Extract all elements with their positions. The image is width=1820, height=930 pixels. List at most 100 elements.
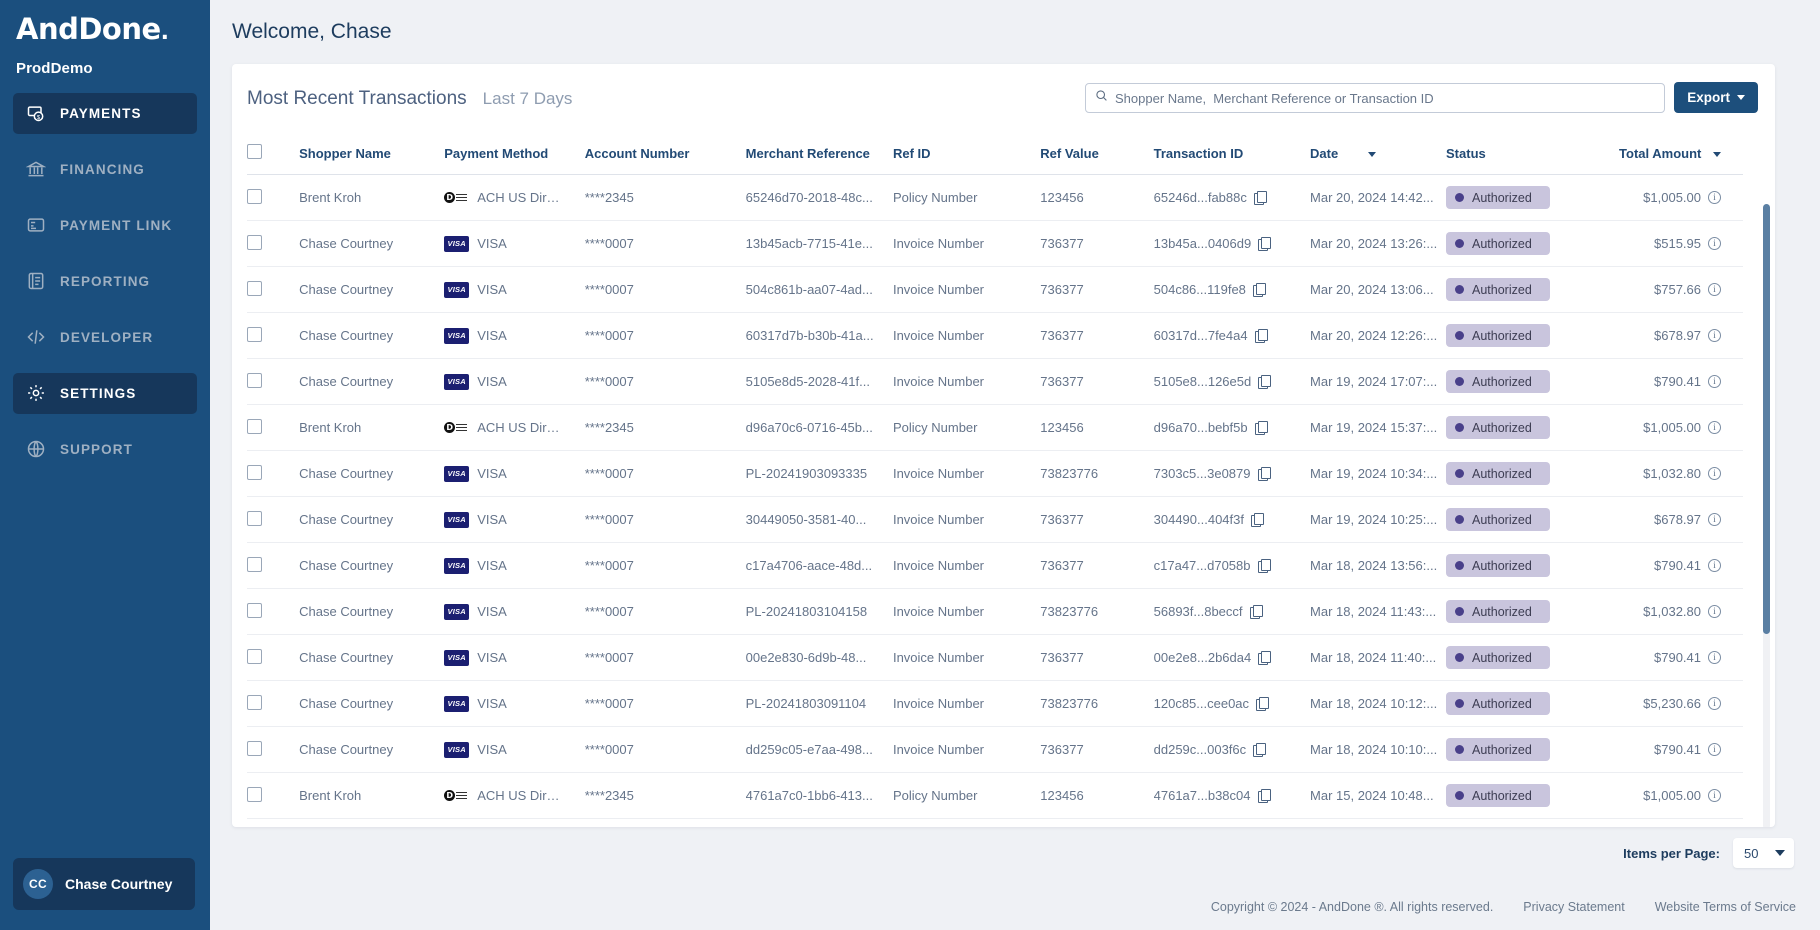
user-profile-chip[interactable]: CC Chase Courtney — [13, 858, 195, 910]
copy-icon[interactable] — [1258, 237, 1272, 251]
col-header-merchant-reference[interactable]: Merchant Reference — [745, 134, 893, 175]
col-header-shopper-name[interactable]: Shopper Name — [299, 134, 445, 175]
col-header-status[interactable]: Status — [1446, 134, 1607, 175]
chevron-down-icon — [1775, 850, 1785, 856]
cell-payment-method: VISA VISA — [444, 726, 585, 773]
export-button[interactable]: Export — [1674, 82, 1758, 113]
copy-icon[interactable] — [1253, 191, 1267, 205]
info-icon[interactable]: i — [1708, 191, 1721, 204]
col-header-ref-id[interactable]: Ref ID — [892, 134, 1041, 175]
row-checkbox[interactable] — [247, 372, 262, 388]
cell-merchant-reference: 5105e8d5-2028-41f... — [745, 358, 893, 405]
info-icon[interactable]: i — [1708, 605, 1721, 618]
sort-desc-icon[interactable] — [1367, 151, 1376, 157]
row-select-cell — [247, 220, 300, 267]
col-header-ref-value[interactable]: Ref Value — [1040, 134, 1154, 175]
copy-icon[interactable] — [1250, 513, 1264, 527]
copy-icon[interactable] — [1249, 605, 1263, 619]
copy-icon[interactable] — [1252, 283, 1266, 297]
copy-icon[interactable] — [1257, 789, 1271, 803]
info-icon[interactable]: i — [1708, 697, 1721, 710]
copy-icon[interactable] — [1253, 743, 1267, 757]
col-header-total-amount[interactable]: Total Amount — [1606, 134, 1743, 175]
info-icon[interactable]: i — [1708, 237, 1721, 250]
row-checkbox[interactable] — [247, 602, 262, 618]
table-row[interactable]: Chase Courtney VISA VISA ****0007 00e2e830-6… — [247, 634, 1743, 681]
info-icon[interactable]: i — [1708, 513, 1721, 526]
col-header-date[interactable]: Date — [1310, 134, 1447, 175]
row-checkbox[interactable] — [247, 510, 262, 526]
terms-of-service-link[interactable]: Website Terms of Service — [1655, 900, 1796, 914]
row-checkbox[interactable] — [247, 280, 262, 296]
info-icon[interactable]: i — [1708, 743, 1721, 756]
cell-total-amount: $790.41 i — [1606, 358, 1743, 405]
table-row[interactable]: Chase Courtney VISA VISA ****0007 c17a4706-a… — [247, 542, 1743, 589]
row-checkbox[interactable] — [247, 740, 262, 756]
table-row[interactable]: Brent Kroh D ACH US Direc... ****2345 d96a70… — [247, 404, 1743, 451]
sidebar-item-settings[interactable]: SETTINGS — [13, 372, 197, 414]
search-box[interactable] — [1085, 83, 1665, 113]
col-header-account-number[interactable]: Account Number — [584, 134, 746, 175]
copy-icon[interactable] — [1258, 375, 1272, 389]
items-per-page-select[interactable]: 50 — [1733, 838, 1794, 868]
sidebar-item-label: PAYMENTS — [60, 105, 142, 121]
sidebar-item-payment-link[interactable]: PAYMENT LINK — [13, 205, 197, 246]
sort-desc-icon[interactable] — [1713, 151, 1721, 157]
col-header-payment-method[interactable]: Payment Method — [444, 134, 585, 175]
copy-icon[interactable] — [1256, 697, 1270, 711]
cell-status: Authorized — [1446, 542, 1607, 589]
row-checkbox[interactable] — [247, 418, 262, 434]
table-row[interactable]: Chase Courtney VISA VISA ****0007 30449050-3… — [247, 496, 1743, 543]
table-row[interactable]: Brent Kroh D ACH US Direc... ****2345 4761a7… — [247, 772, 1743, 819]
info-icon[interactable]: i — [1708, 375, 1721, 388]
total-amount-text: $5,230.66 — [1643, 696, 1701, 711]
copy-icon[interactable] — [1258, 651, 1272, 665]
table-row[interactable]: Chase Courtney VISA VISA ****0007 PL-2024190… — [247, 450, 1743, 497]
privacy-statement-link[interactable]: Privacy Statement — [1523, 900, 1624, 914]
info-icon[interactable]: i — [1708, 421, 1721, 434]
row-checkbox[interactable] — [247, 786, 262, 802]
table-row[interactable]: Chase Courtney VISA VISA ****0007 504c861b-a… — [247, 266, 1743, 313]
table-scrollbar-thumb[interactable] — [1763, 204, 1770, 634]
sidebar-item-payments[interactable]: $ PAYMENTS — [13, 92, 197, 134]
payment-method-label: ACH US Direc... — [477, 190, 564, 205]
table-row[interactable]: Brent Kroh D ACH US Direc... ****2345 65246d… — [247, 174, 1743, 221]
select-all-checkbox[interactable] — [247, 144, 262, 159]
info-icon[interactable]: i — [1708, 651, 1721, 664]
cell-transaction-id: 00e2e8...2b6da4 — [1153, 634, 1311, 681]
status-dot-icon — [1455, 285, 1465, 294]
table-row[interactable]: Chase Courtney VISA VISA ****0007 PL-2024180… — [247, 588, 1743, 635]
info-icon[interactable]: i — [1708, 283, 1721, 296]
table-row[interactable]: Chase Courtney VISA VISA ****0007 60317d7b-b… — [247, 312, 1743, 359]
sidebar-item-support[interactable]: SUPPORT — [13, 429, 197, 470]
items-per-page-value: 50 — [1744, 845, 1759, 861]
col-header-transaction-id[interactable]: Transaction ID — [1153, 134, 1311, 175]
table-row[interactable]: Chase Courtney VISA VISA ****0007 5105e8d5-2… — [247, 358, 1743, 405]
cell-status: Authorized — [1446, 358, 1607, 405]
info-icon[interactable]: i — [1708, 559, 1721, 572]
row-checkbox[interactable] — [247, 234, 262, 250]
copy-icon[interactable] — [1257, 559, 1271, 573]
row-checkbox[interactable] — [247, 556, 262, 572]
row-checkbox[interactable] — [247, 694, 262, 710]
table-row[interactable]: Chase Courtney VISA VISA ****0007 dd259c05-e… — [247, 726, 1743, 773]
sidebar-item-financing[interactable]: FINANCING — [13, 149, 197, 190]
transaction-id-text: 60317d...7fe4a4 — [1153, 328, 1248, 343]
table-row[interactable]: Chase Courtney VISA VISA ****0007 13b45acb-7… — [247, 220, 1743, 267]
row-checkbox[interactable] — [247, 326, 262, 342]
table-row[interactable]: Chase Courtney VISA VISA ****0007 PL-2024180… — [247, 680, 1743, 727]
row-checkbox[interactable] — [247, 464, 262, 480]
sidebar-item-developer[interactable]: DEVELOPER — [13, 317, 197, 358]
sidebar-item-reporting[interactable]: REPORTING — [13, 261, 197, 302]
search-input[interactable] — [1115, 90, 1662, 106]
copy-icon[interactable] — [1254, 421, 1268, 435]
status-badge: Authorized — [1446, 370, 1551, 393]
copy-icon[interactable] — [1257, 467, 1271, 481]
row-checkbox[interactable] — [247, 188, 262, 204]
info-icon[interactable]: i — [1708, 467, 1721, 480]
copy-icon[interactable] — [1254, 329, 1268, 343]
info-icon[interactable]: i — [1708, 789, 1721, 802]
copyright-text: Copyright © 2024 - AndDone ®. All rights… — [1210, 900, 1494, 914]
info-icon[interactable]: i — [1708, 329, 1721, 342]
row-checkbox[interactable] — [247, 648, 262, 664]
